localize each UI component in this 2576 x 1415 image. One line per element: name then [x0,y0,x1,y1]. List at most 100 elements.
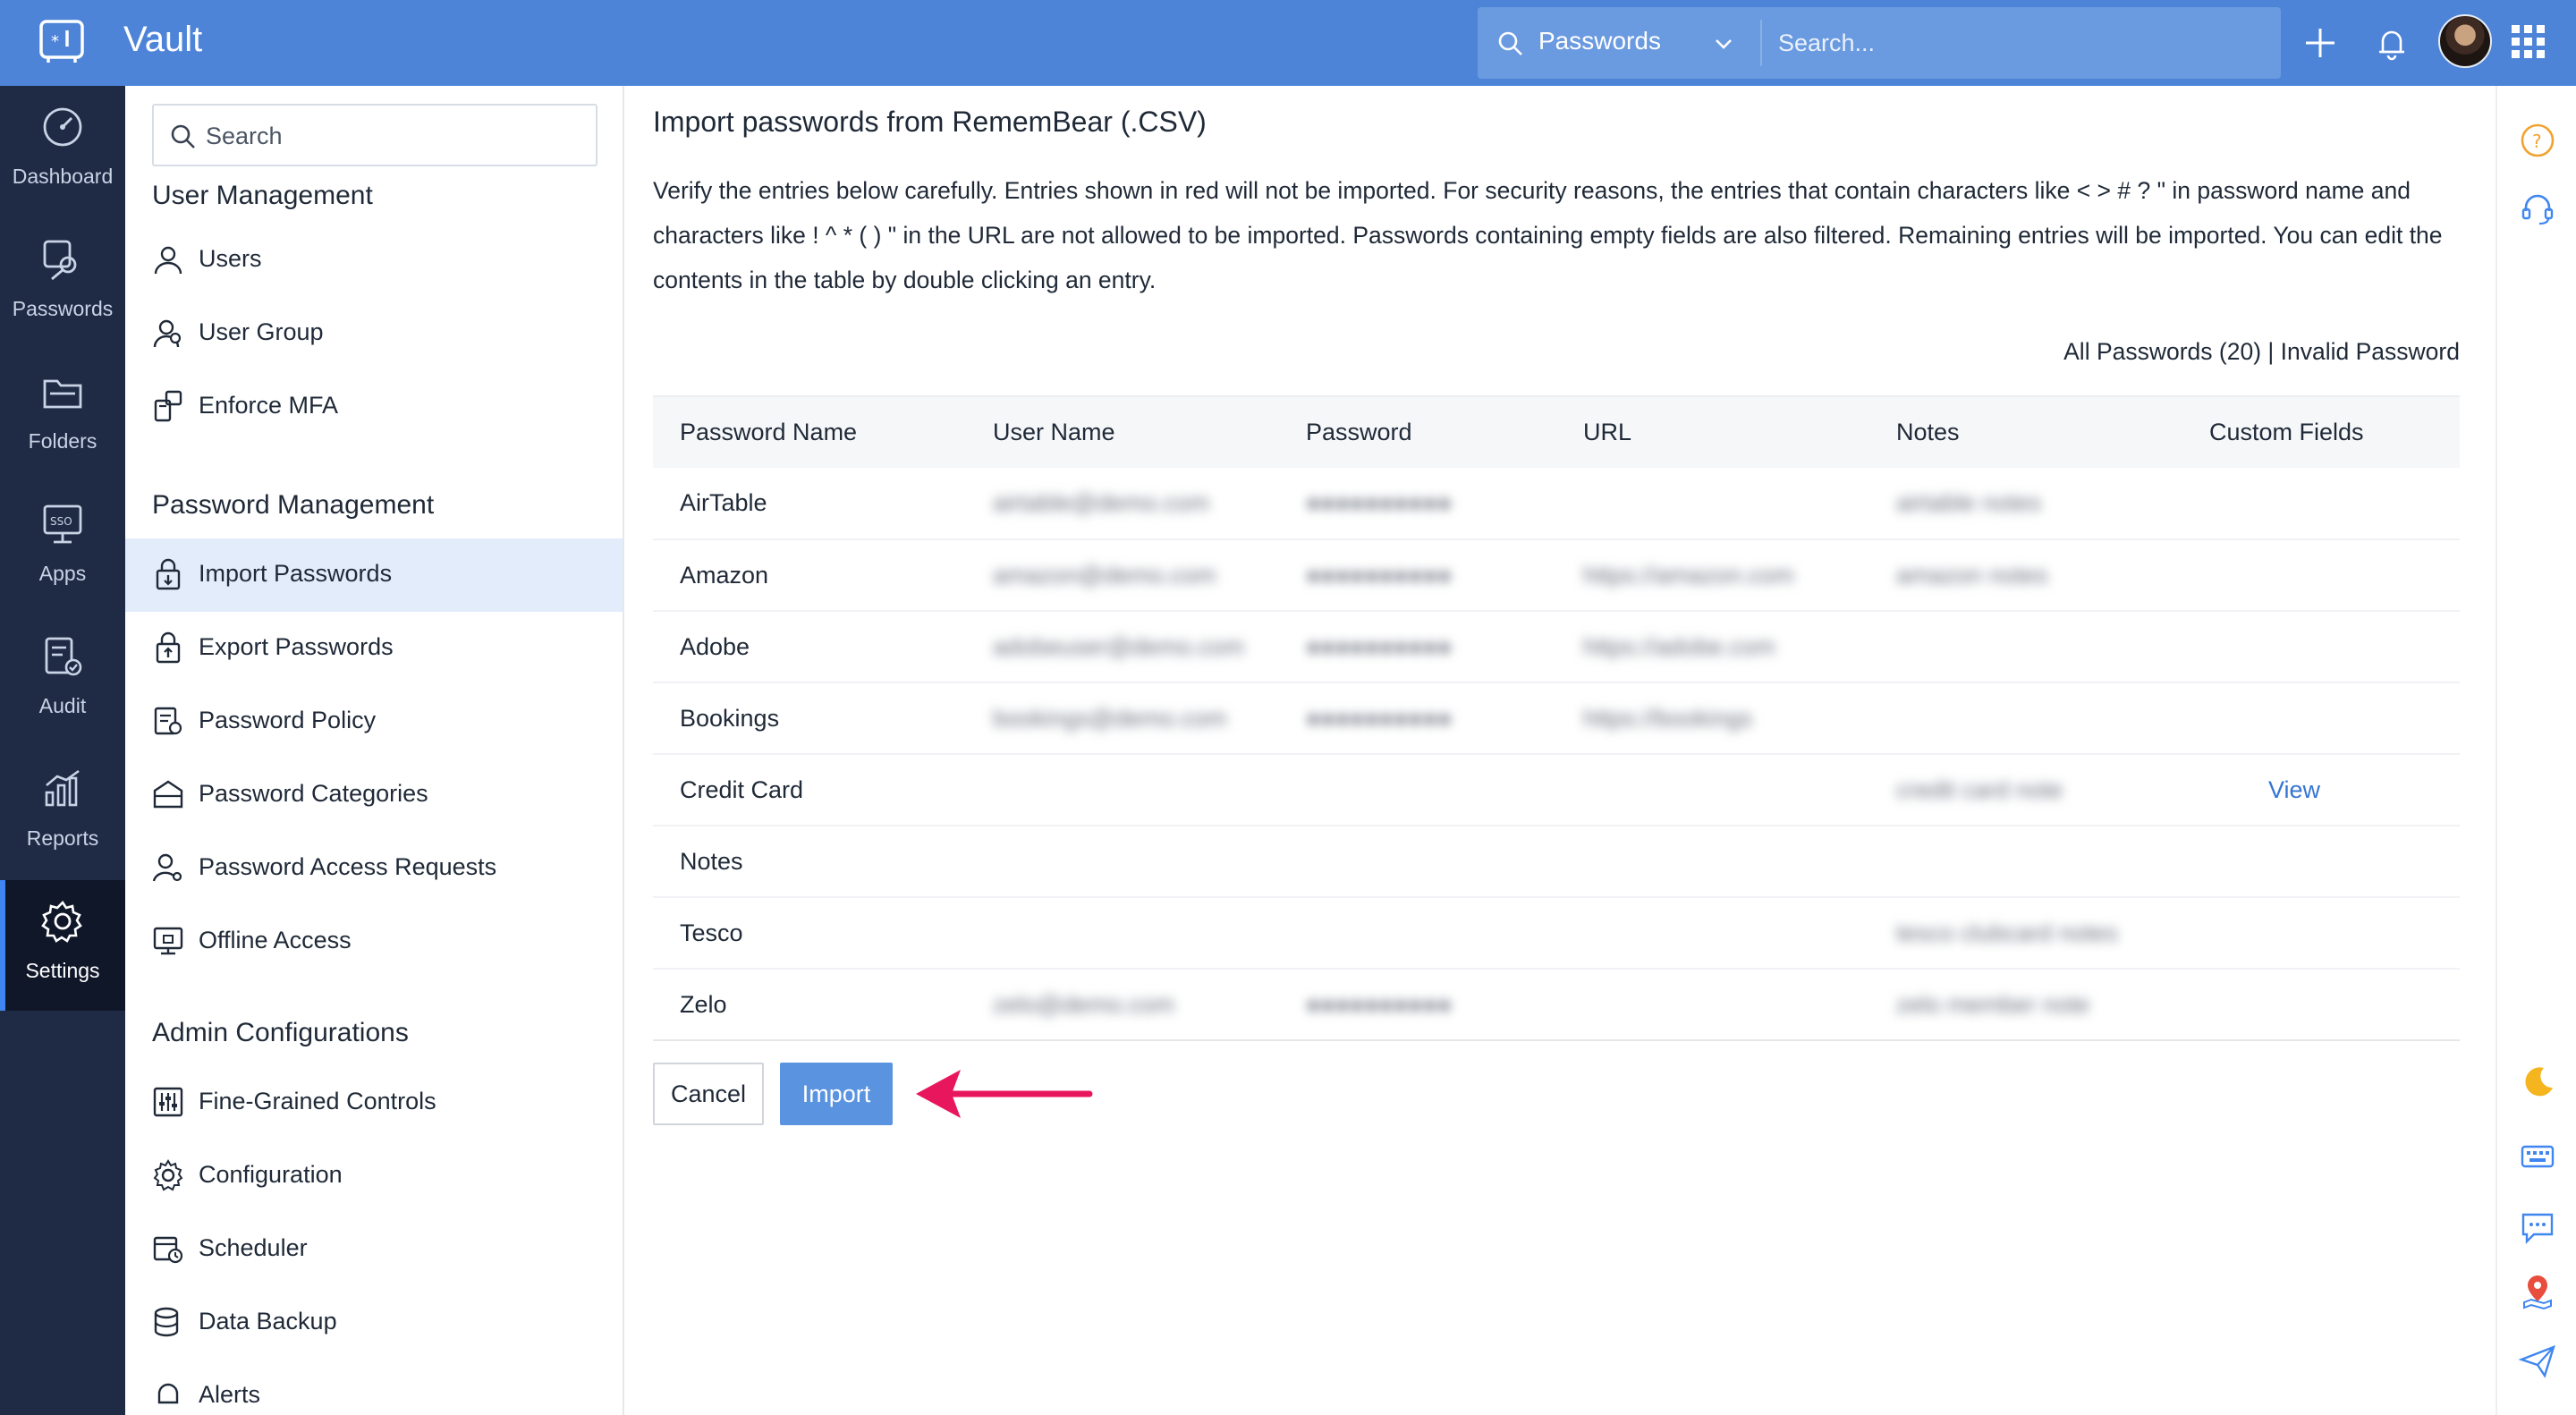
row-user-name[interactable] [966,754,1279,826]
row-notes[interactable] [1869,611,2182,683]
row-password-name[interactable]: Notes [653,826,966,898]
rail-item-apps[interactable]: SSO Apps [0,483,125,614]
row-notes[interactable]: airtable notes [1869,468,2182,540]
row-user-name[interactable]: bookings@demo.com [966,682,1279,755]
row-user-name[interactable]: zelo@demo.com [966,969,1279,1041]
menu-item-import-passwords[interactable]: Import Passwords [125,538,623,612]
menu-item-fine-grained-controls[interactable]: Fine-Grained Controls [125,1066,623,1140]
row-url[interactable] [1556,826,1869,898]
filter-all-passwords[interactable]: All Passwords (20) [2063,338,2261,365]
menu-item-export-passwords[interactable]: Export Passwords [125,612,623,685]
row-custom-fields[interactable] [2182,969,2460,1041]
row-url[interactable]: https://bookings [1556,682,1869,755]
table-row[interactable]: AirTable airtable@demo.com ●●●●●●●●●● airta… [653,468,2460,540]
row-password[interactable] [1279,754,1556,826]
row-password-name[interactable]: Tesco [653,897,966,970]
row-custom-fields[interactable] [2182,826,2460,898]
filter-invalid-password[interactable]: Invalid Password [2281,338,2460,365]
bell-icon[interactable] [2376,25,2408,61]
row-password[interactable]: ●●●●●●●●●● [1279,539,1556,612]
menu-item-users[interactable]: Users [125,224,623,297]
rail-item-reports[interactable]: Reports [0,748,125,878]
row-notes[interactable] [1869,682,2182,755]
main-content: Import passwords from RememBear (.CSV) V… [626,86,2496,1415]
support-headset-icon[interactable] [2519,190,2556,227]
row-password[interactable]: ●●●●●●●●●● [1279,682,1556,755]
row-password-name[interactable]: Adobe [653,611,966,683]
menu-item-enforce-mfa[interactable]: Enforce MFA [125,370,623,444]
row-custom-fields[interactable] [2182,682,2460,755]
row-url[interactable]: https://adobe.com [1556,611,1869,683]
row-user-name[interactable]: amazon@demo.com [966,539,1279,612]
send-icon[interactable] [2519,1342,2556,1379]
row-password-name[interactable]: Amazon [653,539,966,612]
rail-item-passwords[interactable]: Passwords [0,218,125,349]
table-row[interactable]: Amazon amazon@demo.com ●●●●●●●●●● https://a… [653,539,2460,612]
row-url[interactable] [1556,468,1869,540]
row-password[interactable]: ●●●●●●●●●● [1279,611,1556,683]
menu-item-offline-access[interactable]: Offline Access [125,905,623,979]
rail-item-settings[interactable]: Settings [0,880,125,1011]
row-password-name[interactable]: Bookings [653,682,966,755]
chevron-down-icon [1716,39,1732,49]
vault-logo-icon[interactable]: * [38,18,86,66]
table-row[interactable]: Credit Card credit card note View [653,754,2460,826]
search-scope-dropdown[interactable]: Passwords [1478,7,1760,79]
row-custom-fields[interactable] [2182,611,2460,683]
search-input[interactable] [1778,25,2261,61]
row-notes[interactable] [1869,826,2182,898]
menu-item-user-group[interactable]: User Group [125,297,623,370]
row-url[interactable] [1556,897,1869,970]
view-custom-fields-link[interactable]: View [2182,754,2460,826]
rail-item-dashboard[interactable]: Dashboard [0,86,125,216]
row-user-name[interactable]: adobeuser@demo.com [966,611,1279,683]
row-notes[interactable]: credit card note [1869,754,2182,826]
menu-item-scheduler[interactable]: Scheduler [125,1213,623,1286]
panel-search[interactable] [152,104,597,166]
row-url[interactable] [1556,969,1869,1041]
menu-item-password-access-requests[interactable]: Password Access Requests [125,832,623,905]
menu-item-data-backup[interactable]: Data Backup [125,1286,623,1360]
row-user-name[interactable]: airtable@demo.com [966,468,1279,540]
menu-item-password-categories[interactable]: Password Categories [125,758,623,832]
audit-icon [45,637,82,676]
panel-search-input[interactable] [206,118,581,154]
row-password[interactable]: ●●●●●●●●●● [1279,969,1556,1041]
rail-item-folders[interactable]: Folders [0,351,125,481]
avatar[interactable] [2438,14,2492,68]
row-password-name[interactable]: Zelo [653,969,966,1041]
table-row[interactable]: Adobe adobeuser@demo.com ●●●●●●●●●● https:/… [653,611,2460,683]
cancel-button[interactable]: Cancel [653,1063,764,1125]
row-user-name[interactable] [966,826,1279,898]
location-pin-icon[interactable] [2519,1272,2556,1309]
row-password[interactable]: ●●●●●●●●●● [1279,468,1556,540]
row-notes[interactable]: tesco clubcard notes [1869,897,2182,970]
table-row[interactable]: Zelo zelo@demo.com ●●●●●●●●●● zelo member n… [653,969,2460,1041]
table-row[interactable]: Bookings bookings@demo.com ●●●●●●●●●● https… [653,682,2460,755]
row-password-name[interactable]: AirTable [653,468,966,540]
row-notes[interactable]: zelo member note [1869,969,2182,1041]
apps-grid-icon[interactable] [2510,23,2547,61]
help-icon[interactable]: ? [2519,122,2556,159]
row-user-name[interactable] [966,897,1279,970]
menu-item-password-policy[interactable]: Password Policy [125,685,623,758]
row-custom-fields[interactable] [2182,468,2460,540]
row-url[interactable] [1556,754,1869,826]
row-password[interactable] [1279,826,1556,898]
menu-item-alerts[interactable]: Alerts [125,1360,623,1415]
row-custom-fields[interactable] [2182,897,2460,970]
moon-icon[interactable] [2519,1063,2556,1100]
menu-item-configuration[interactable]: Configuration [125,1140,623,1213]
row-password[interactable] [1279,897,1556,970]
row-custom-fields[interactable] [2182,539,2460,612]
keyboard-icon[interactable] [2519,1138,2556,1175]
table-row[interactable]: Tesco tesco clubcard notes [653,897,2460,970]
row-notes[interactable]: amazon notes [1869,539,2182,612]
rail-item-audit[interactable]: Audit [0,615,125,746]
import-button[interactable]: Import [780,1063,893,1125]
add-icon[interactable] [2302,25,2338,61]
row-password-name[interactable]: Credit Card [653,754,966,826]
table-row[interactable]: Notes [653,826,2460,898]
row-url[interactable]: https://amazon.com [1556,539,1869,612]
chat-icon[interactable] [2519,1209,2556,1247]
